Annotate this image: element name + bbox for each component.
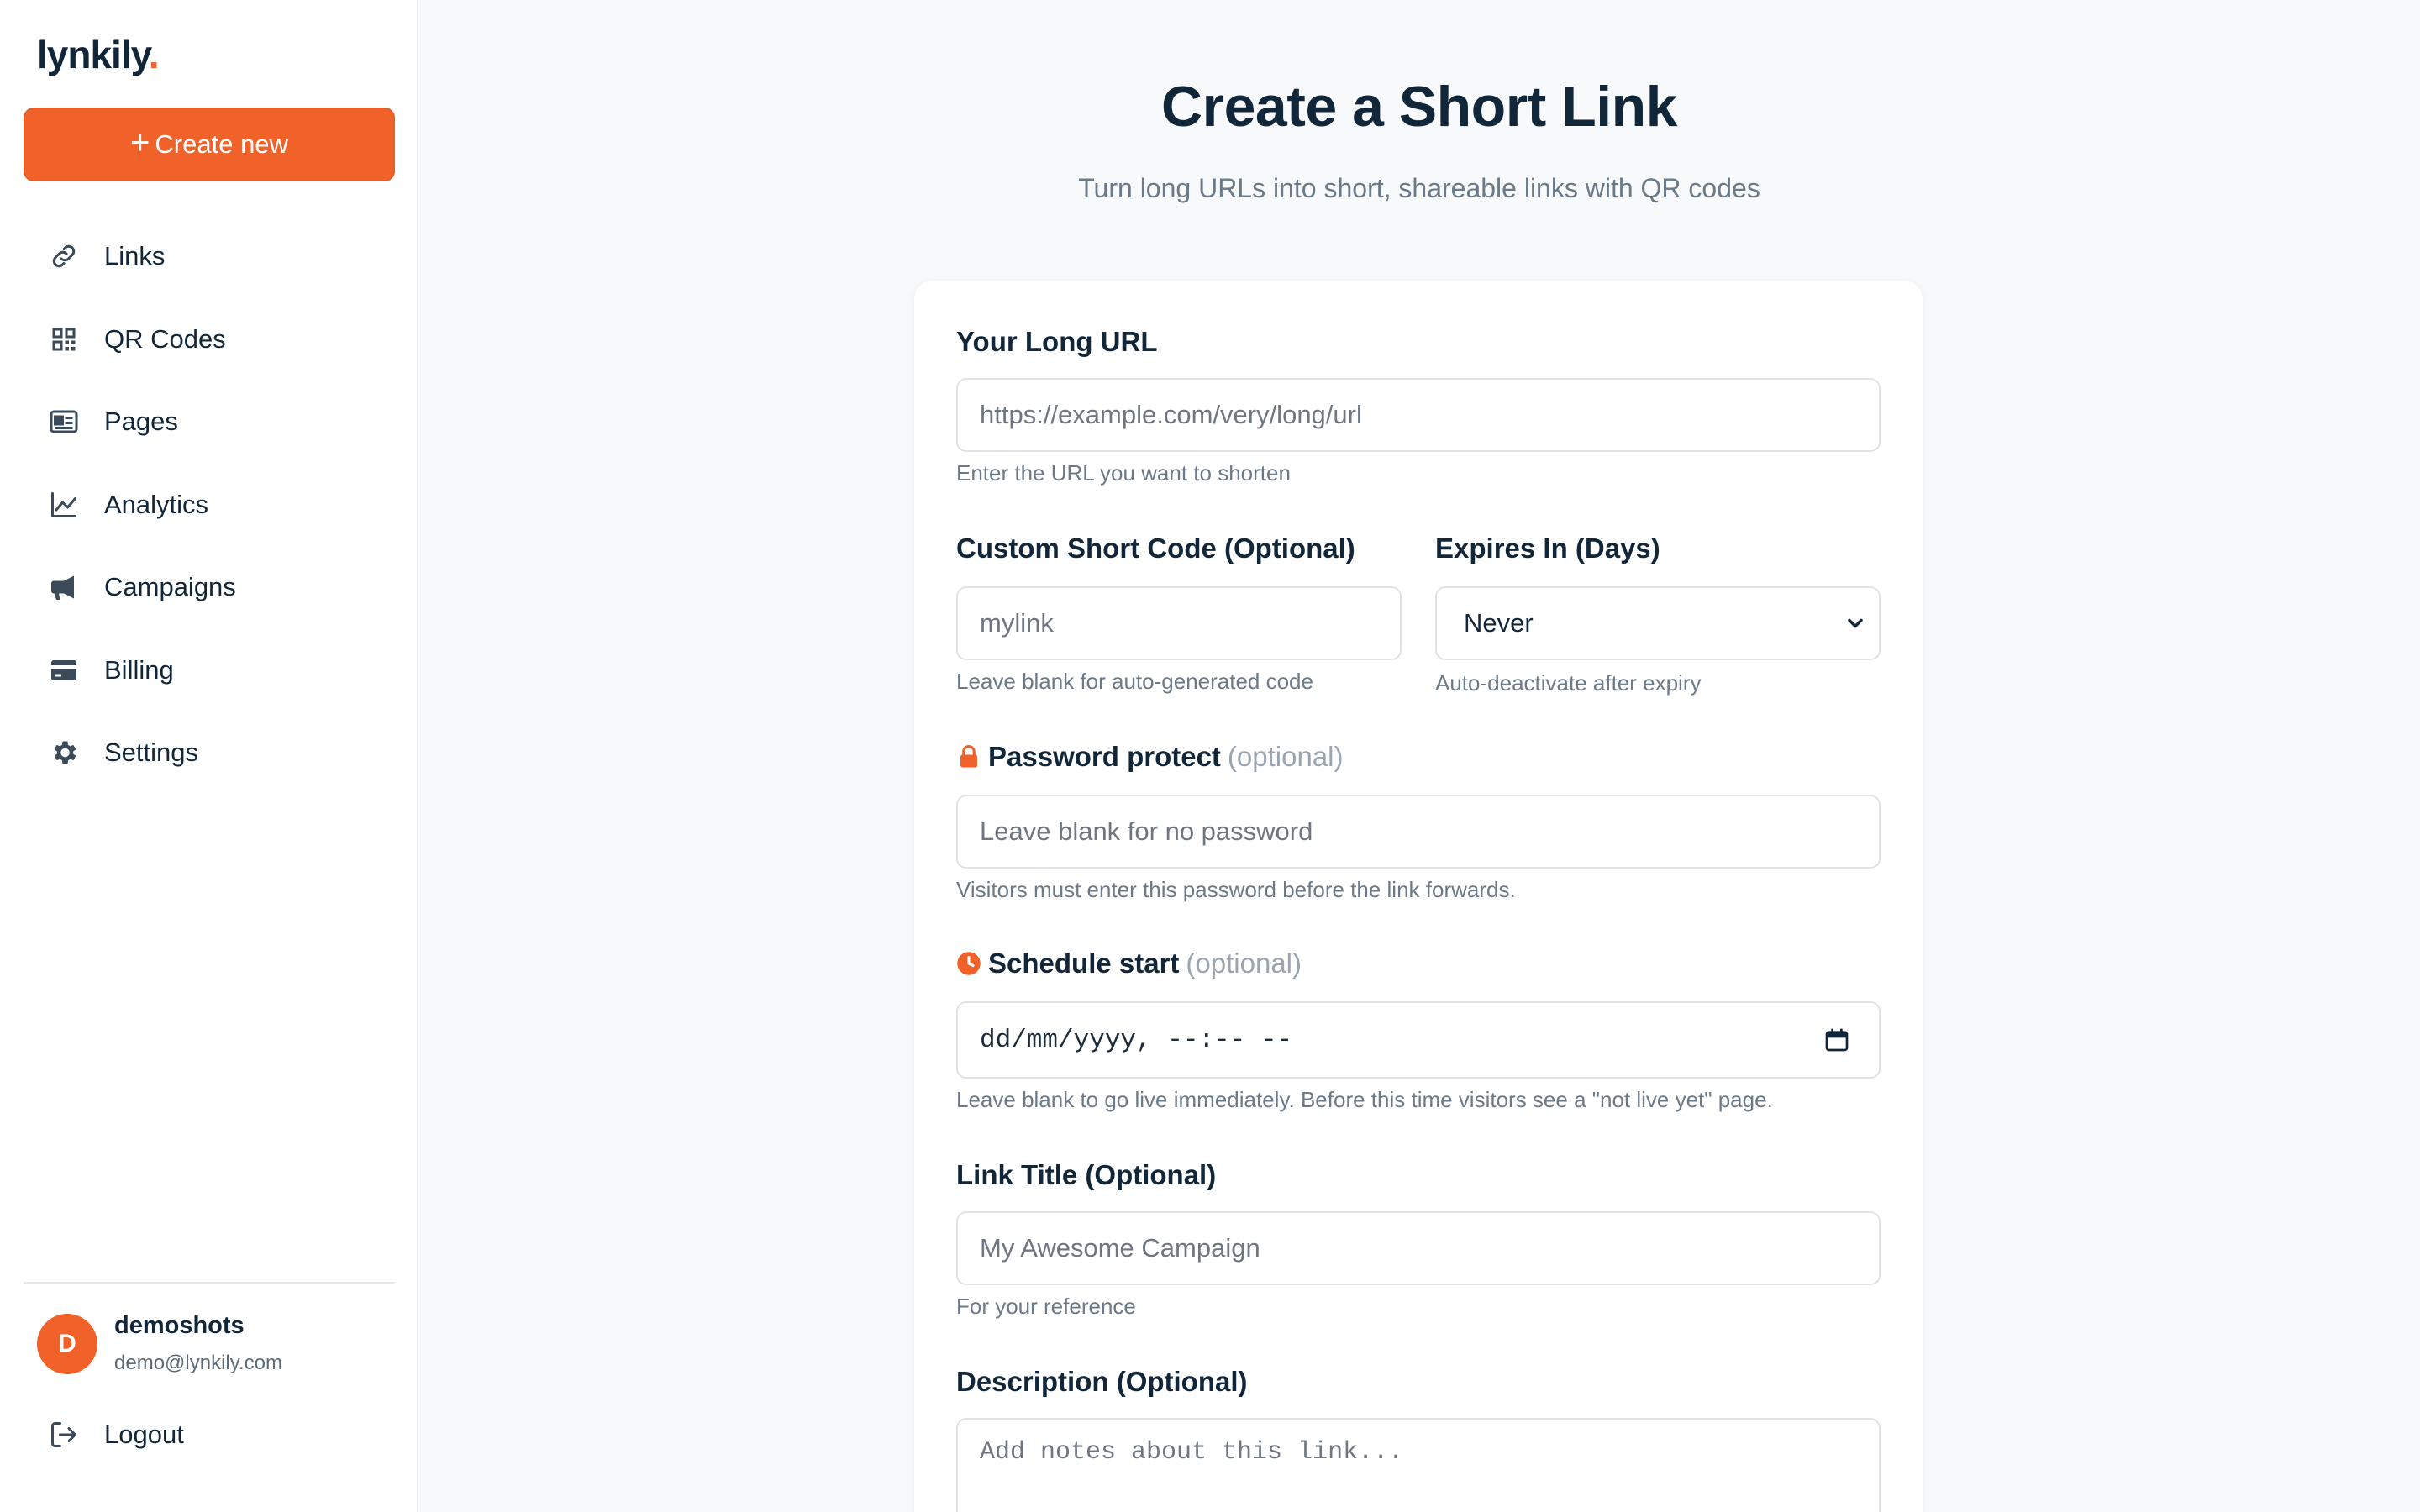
logout-label: Logout [104,1420,184,1449]
lock-icon [956,744,981,769]
password-label: Password protect (optional) [956,741,1344,773]
sidebar-item-settings[interactable]: Settings [0,711,417,795]
sidebar: lynkily. + Create new Links QR Codes Pag… [0,0,418,1512]
link-title-label: Link Title (Optional) [956,1159,1217,1190]
password-help: Visitors must enter this password before… [956,877,1516,902]
user-name: demoshots [114,1312,245,1339]
expires-value: Never [1464,608,1534,638]
create-new-label: Create new [155,129,288,159]
link-title-input[interactable]: My Awesome Campaign [956,1211,1881,1285]
megaphone-icon [49,572,79,602]
pages-icon [49,407,79,437]
schedule-label: Schedule start (optional) [956,948,1302,979]
short-code-label: Custom Short Code (Optional) [956,533,1355,564]
sidebar-item-label: Campaigns [104,572,236,602]
logout-icon [49,1420,79,1450]
calendar-icon[interactable] [1823,1026,1850,1053]
sidebar-item-label: Analytics [104,489,209,519]
sidebar-item-links[interactable]: Links [0,215,417,298]
gear-icon [49,738,79,768]
app: lynkily. + Create new Links QR Codes Pag… [0,0,2420,1512]
sidebar-nav: Links QR Codes Pages Analytics Campaigns… [0,215,417,795]
short-code-help: Leave blank for auto-generated code [956,669,1313,694]
sidebar-item-qr-codes[interactable]: QR Codes [0,298,417,381]
page-subtitle: Turn long URLs into short, shareable lin… [1078,173,1760,203]
link-icon [49,241,79,271]
sidebar-item-label: Billing [104,654,174,685]
expires-select[interactable]: Never [1435,586,1881,660]
sidebar-item-campaigns[interactable]: Campaigns [0,546,417,629]
main-content: Create a Short Link Turn long URLs into … [418,0,2420,1512]
create-link-form: Your Long URL https://example.com/very/l… [914,281,1923,1512]
description-textarea[interactable]: Add notes about this link... [956,1418,1881,1512]
logo[interactable]: lynkily. [37,32,160,77]
sidebar-item-pages[interactable]: Pages [0,381,417,464]
long-url-label: Your Long URL [956,326,1158,357]
sidebar-item-label: Settings [104,738,199,768]
credit-card-icon [49,655,79,685]
user-profile[interactable]: D demoshots demo@lynkily.com [37,1312,282,1375]
chevron-down-icon [1844,612,1867,635]
link-title-help: For your reference [956,1294,1136,1319]
user-email: demo@lynkily.com [114,1352,282,1374]
schedule-help: Leave blank to go live immediately. Befo… [956,1087,1773,1112]
expires-label: Expires In (Days) [1435,533,1660,564]
sidebar-item-analytics[interactable]: Analytics [0,464,417,547]
create-new-button[interactable]: + Create new [24,108,395,181]
sidebar-item-label: Pages [104,407,178,437]
sidebar-item-label: Links [104,241,166,271]
long-url-help: Enter the URL you want to shorten [956,460,1291,486]
schedule-placeholder: dd/mm/yyyy, --:-- -- [980,1025,1293,1055]
long-url-input[interactable]: https://example.com/very/long/url [956,378,1881,452]
qr-code-icon [49,324,79,354]
expires-help: Auto-deactivate after expiry [1435,670,1702,696]
sidebar-item-label: QR Codes [104,323,226,354]
clock-icon [956,951,981,976]
chart-line-icon [49,490,79,520]
short-code-input[interactable]: mylink [956,586,1402,660]
avatar: D [37,1313,97,1374]
plus-icon: + [130,124,150,161]
sidebar-divider [24,1282,395,1284]
sidebar-item-billing[interactable]: Billing [0,629,417,712]
schedule-datetime-input[interactable]: dd/mm/yyyy, --:-- -- [956,1001,1881,1079]
description-label: Description (Optional) [956,1366,1248,1397]
password-input[interactable]: Leave blank for no password [956,795,1881,869]
page-title: Create a Short Link [1161,75,1678,139]
logout-button[interactable]: Logout [49,1420,184,1450]
